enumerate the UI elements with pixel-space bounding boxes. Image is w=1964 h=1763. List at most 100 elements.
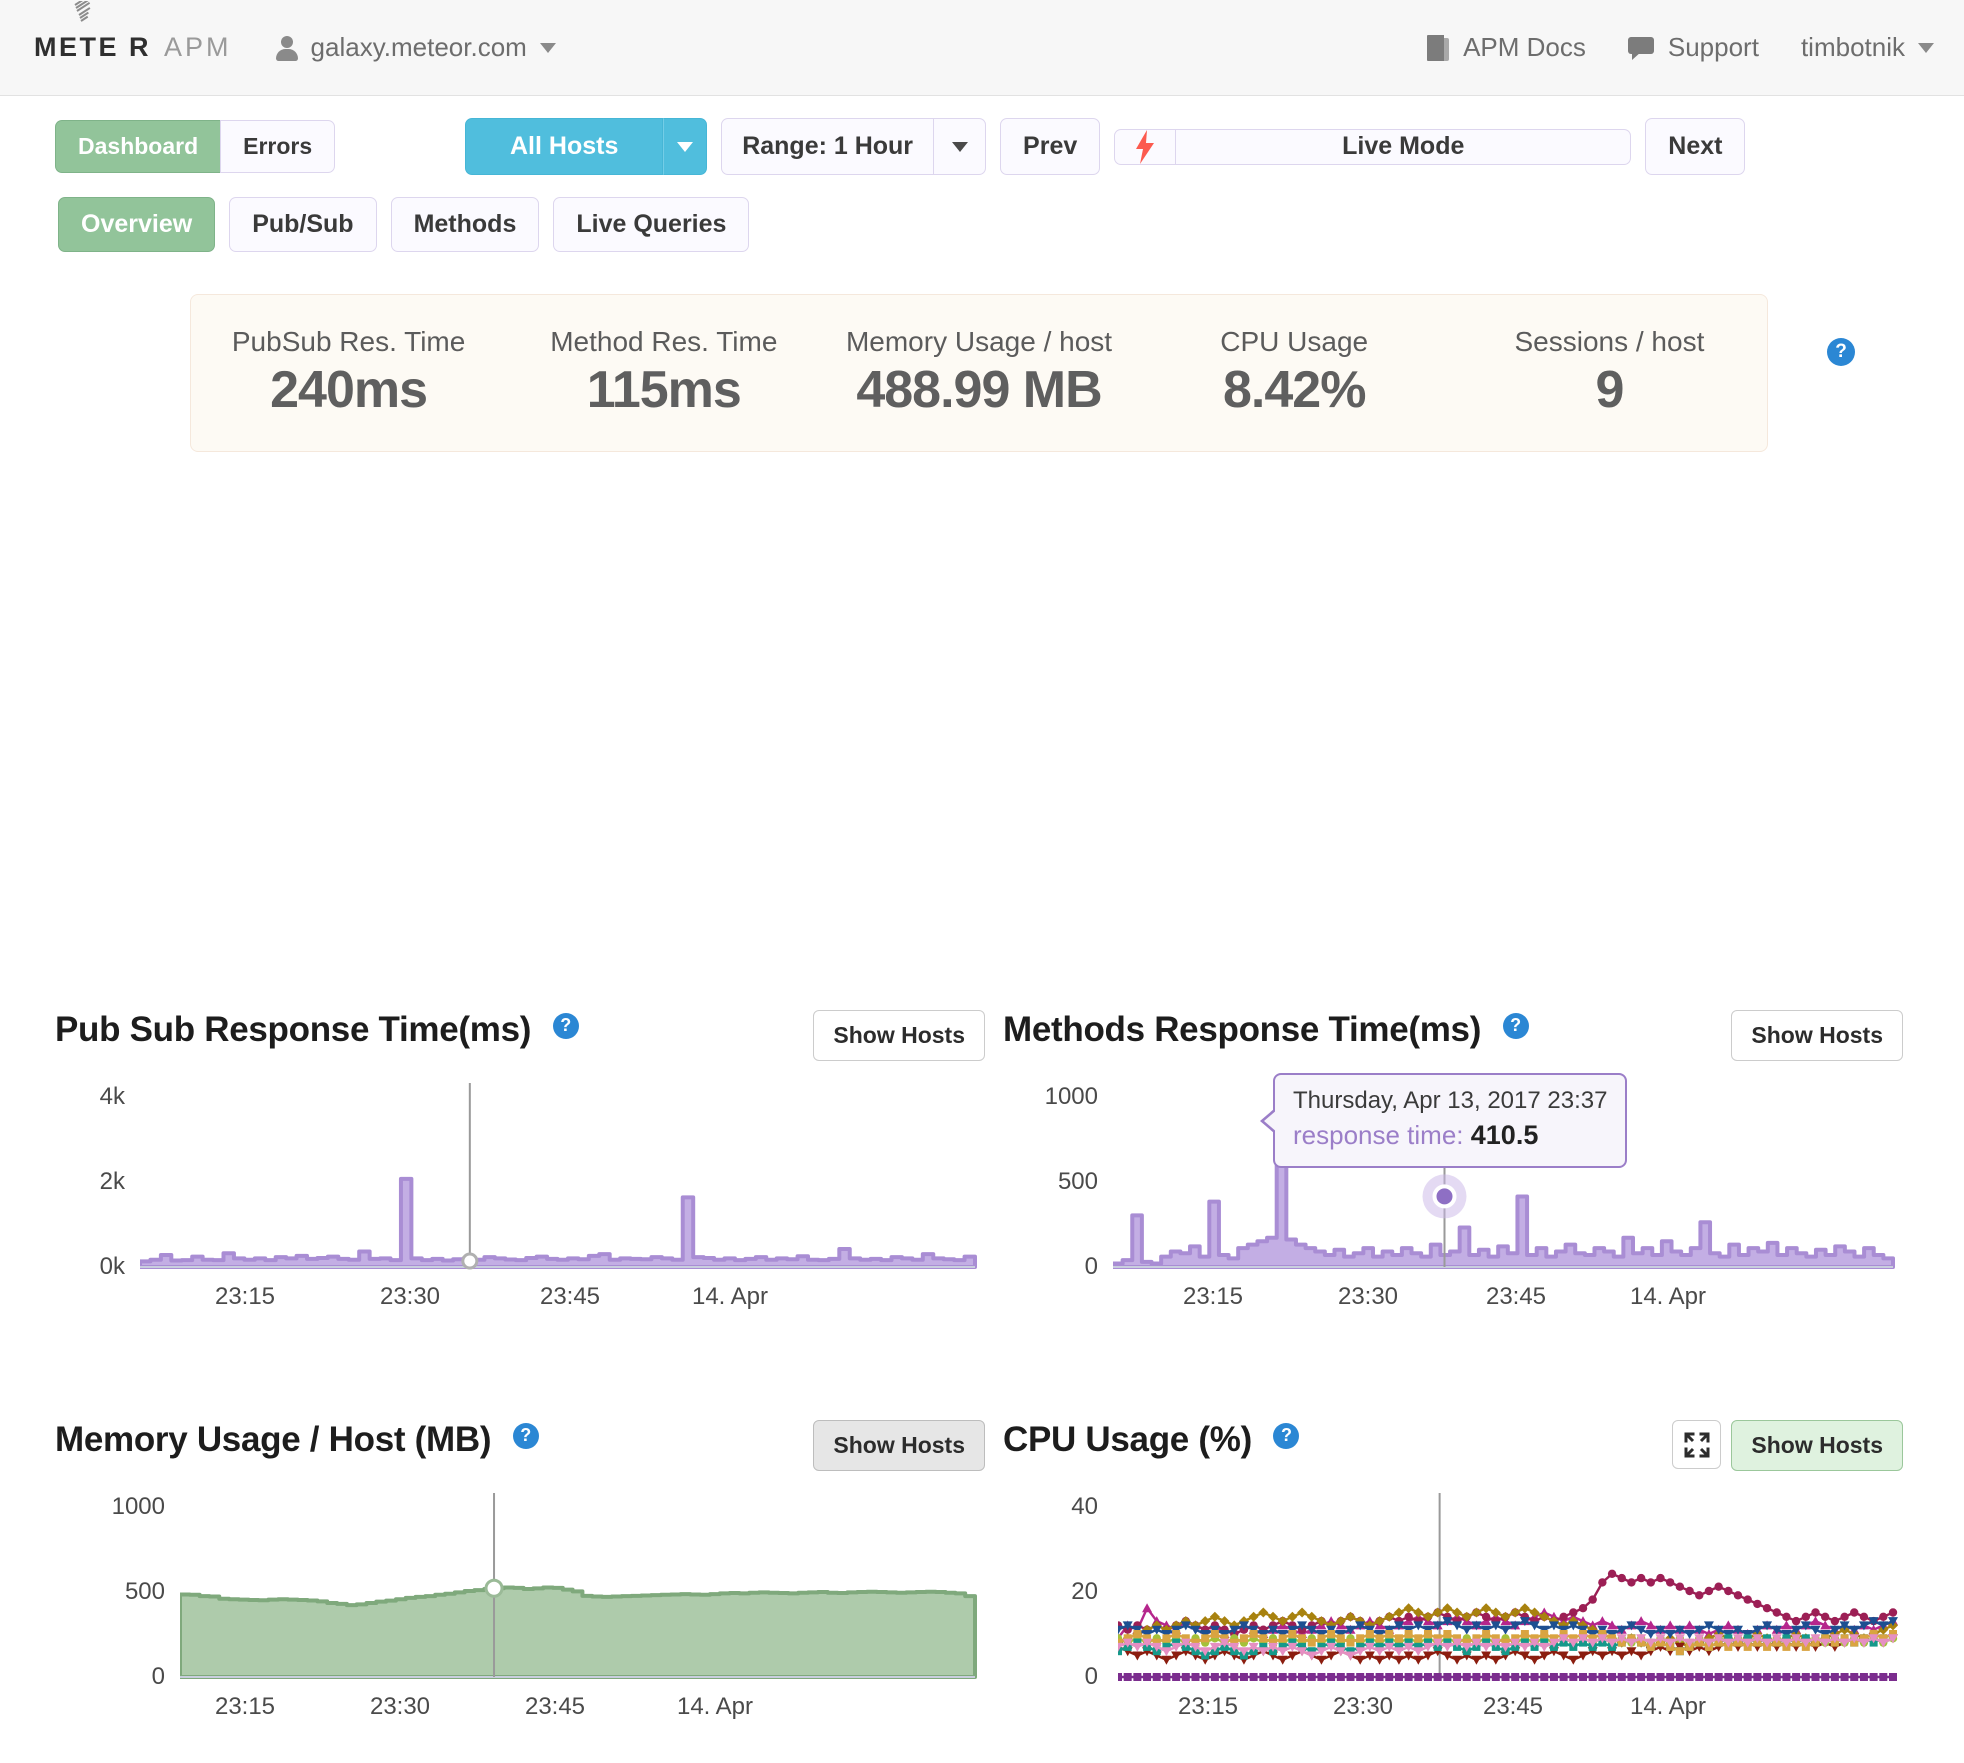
panel-title-text: CPU Usage (%) (1003, 1420, 1252, 1459)
memory-chart-svg (180, 1493, 977, 1679)
apm-docs-link[interactable]: APM Docs (1427, 32, 1586, 63)
errors-button[interactable]: Errors (220, 119, 336, 174)
help-icon[interactable]: ? (1502, 1012, 1529, 1039)
memory-show-hosts-button[interactable]: Show Hosts (813, 1420, 985, 1471)
xtick: 14. Apr (1629, 1283, 1707, 1310)
meteor-apm-logo: METE R APM (34, 1, 232, 63)
tooltip-timestamp: Thursday, Apr 13, 2017 23:37 (1293, 1087, 1608, 1114)
stat-value: 9 (1595, 361, 1624, 419)
panel-memory-usage: Memory Usage / Host (MB) ? Show Hosts 10… (55, 1420, 985, 1763)
dashboard-errors-group: Dashboard Errors (55, 119, 336, 174)
expand-icon-button[interactable] (1672, 1420, 1722, 1469)
panel-header: Pub Sub Response Time(ms) ? Show Hosts (55, 1010, 985, 1061)
memory-panel-title: Memory Usage / Host (MB) ? (55, 1420, 539, 1460)
stat-cpu-usage: CPU Usage 8.42% (1137, 326, 1452, 420)
cpu-plot: 40 20 0 23:15 23:30 23:45 14. Apr (1003, 1493, 1903, 1763)
panel-cpu-usage: CPU Usage (%) ? Show Hosts 40 20 0 23:15… (1003, 1420, 1903, 1763)
panel-header: CPU Usage (%) ? Show Hosts (1003, 1420, 1903, 1471)
ytick: 2k (99, 1168, 125, 1195)
stat-label: Memory Usage / host (845, 326, 1113, 357)
speech-bubble-icon (1627, 36, 1654, 60)
dashboard-button[interactable]: Dashboard (55, 119, 221, 174)
range-dropdown-toggle[interactable] (934, 118, 987, 175)
xtick: 14. Apr (676, 1693, 754, 1720)
ytick: 500 (124, 1578, 165, 1605)
xtick: 23:45 (1482, 1693, 1544, 1720)
cpu-show-hosts-button[interactable]: Show Hosts (1731, 1420, 1903, 1471)
tooltip-metric-label: response time: (1293, 1120, 1464, 1151)
support-label: Support (1667, 32, 1759, 62)
next-button[interactable]: Next (1645, 118, 1746, 175)
range-button[interactable]: Range: 1 Hour (721, 118, 935, 175)
stat-pubsub-res-time: PubSub Res. Time 240ms (191, 326, 506, 420)
lightning-bolt-button[interactable] (1114, 128, 1177, 165)
stats-help-icon-wrap: ? (1827, 338, 1855, 366)
cpu-panel-title: CPU Usage (%) ? (1003, 1420, 1300, 1460)
stat-method-res-time: Method Res. Time 115ms (506, 326, 821, 420)
xtick: 23:15 (214, 1283, 276, 1310)
xtick: 14. Apr (691, 1283, 769, 1310)
lightning-bolt-icon (1136, 129, 1155, 164)
tab-pubsub[interactable]: Pub/Sub (229, 197, 377, 252)
ytick: 1000 (1044, 1083, 1098, 1110)
ytick: 0k (99, 1253, 125, 1280)
stat-memory-usage: Memory Usage / host 488.99 MB (821, 326, 1136, 420)
range-dropdown: Range: 1 Hour (721, 118, 987, 175)
main-toolbar: Dashboard Errors All Hosts Range: 1 Hour… (0, 96, 1964, 175)
person-icon (275, 35, 298, 61)
all-hosts-dropdown: All Hosts (465, 118, 708, 175)
stat-value: 488.99 MB (856, 361, 1102, 419)
support-link[interactable]: Support (1627, 32, 1759, 63)
panel-header: Methods Response Time(ms) ? Show Hosts (1003, 1010, 1903, 1061)
xtick: 23:45 (524, 1693, 586, 1720)
comet-icon (73, 1, 103, 25)
xtick: 23:15 (1177, 1693, 1239, 1720)
stat-label: PubSub Res. Time (231, 326, 466, 357)
tab-overview[interactable]: Overview (58, 197, 216, 252)
apm-docs-label: APM Docs (1463, 32, 1586, 62)
stat-value: 8.42% (1222, 361, 1366, 419)
stat-label: Method Res. Time (550, 326, 778, 357)
stat-label: CPU Usage (1220, 326, 1369, 357)
section-tabs: Overview Pub/Sub Methods Live Queries (0, 175, 1964, 252)
chevron-down-icon (951, 141, 968, 152)
pubsub-show-hosts-button[interactable]: Show Hosts (813, 1010, 985, 1061)
tab-methods[interactable]: Methods (390, 197, 540, 252)
ytick: 4k (99, 1083, 125, 1110)
xtick: 23:30 (1332, 1693, 1394, 1720)
live-mode-group: Live Mode (1114, 128, 1632, 165)
ytick: 1000 (111, 1493, 165, 1520)
help-icon[interactable]: ? (1827, 338, 1855, 366)
tooltip-metric: response time: 410.5 (1293, 1117, 1607, 1153)
live-mode-button[interactable]: Live Mode (1176, 128, 1632, 165)
xtick: 23:45 (1485, 1283, 1547, 1310)
title-help-wrap: ? (512, 1410, 539, 1450)
chevron-down-icon (539, 42, 556, 53)
panel-title-text: Pub Sub Response Time(ms) (55, 1010, 532, 1049)
help-icon[interactable]: ? (512, 1422, 539, 1449)
pubsub-chart-svg (140, 1083, 977, 1270)
pubsub-plot: 4k 2k 0k 23:15 23:30 23:45 14. Apr (55, 1083, 985, 1353)
tab-live-queries[interactable]: Live Queries (553, 197, 750, 252)
prev-button[interactable]: Prev (1000, 118, 1101, 175)
stat-sessions: Sessions / host 9 (1452, 326, 1767, 420)
stat-value: 240ms (270, 361, 428, 419)
xtick: 14. Apr (1629, 1693, 1707, 1720)
header-nav-right: APM Docs Support timbotnik (1427, 32, 1934, 63)
stat-value: 115ms (586, 361, 742, 419)
help-icon[interactable]: ? (1273, 1422, 1300, 1449)
methods-show-hosts-button[interactable]: Show Hosts (1731, 1010, 1903, 1061)
summary-stats-bar: PubSub Res. Time 240ms Method Res. Time … (190, 294, 1768, 452)
all-hosts-dropdown-toggle[interactable] (663, 118, 708, 175)
help-icon[interactable]: ? (552, 1012, 579, 1039)
ytick: 0 (1084, 1253, 1098, 1280)
app-selector[interactable]: galaxy.meteor.com (275, 32, 556, 63)
ytick: 0 (151, 1663, 165, 1690)
user-menu[interactable]: timbotnik (1801, 32, 1934, 63)
logo-apm-text: APM (164, 32, 232, 62)
panel-methods-response-time: Methods Response Time(ms) ? Show Hosts 1… (1003, 1010, 1903, 1353)
all-hosts-button[interactable]: All Hosts (465, 118, 664, 175)
xtick: 23:30 (1337, 1283, 1399, 1310)
chevron-down-icon (1918, 42, 1934, 53)
panel-header: Memory Usage / Host (MB) ? Show Hosts (55, 1420, 985, 1471)
